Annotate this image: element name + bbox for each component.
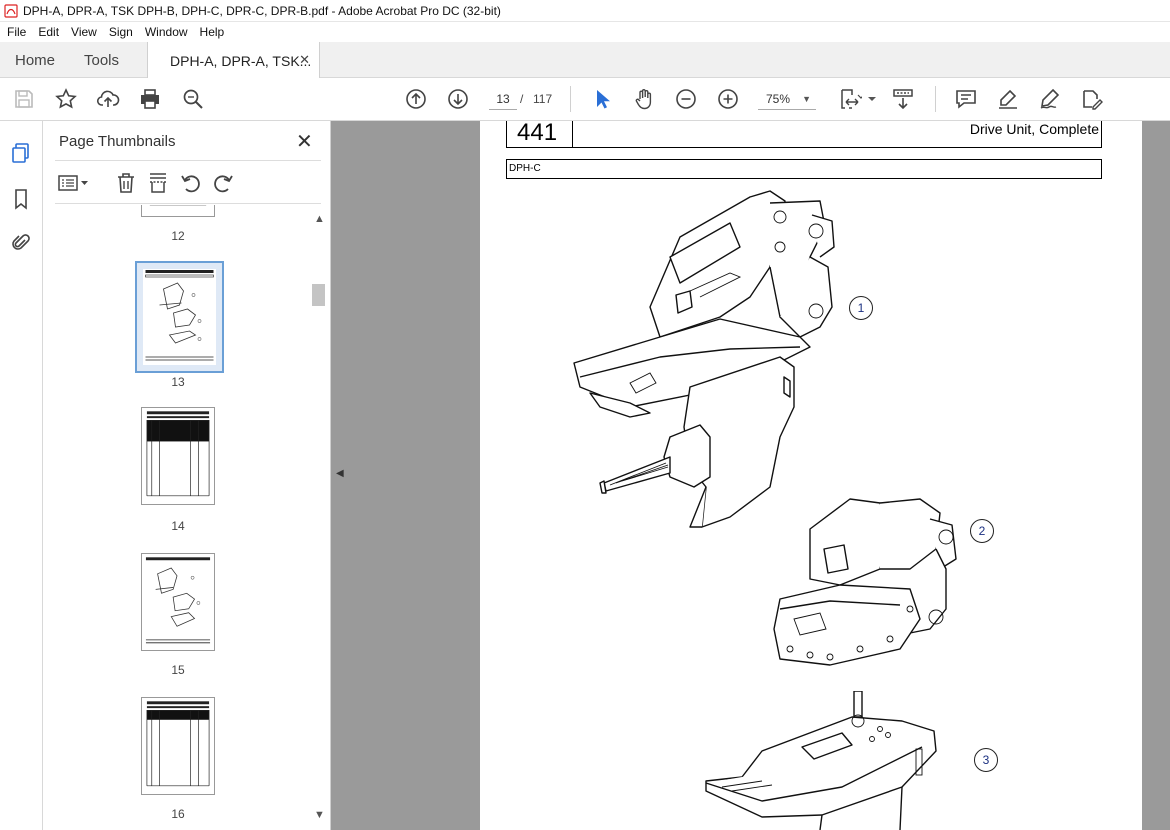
zoom-level-select[interactable]: 75% ▼: [758, 88, 816, 110]
toolbar-divider: [570, 86, 571, 112]
callout-3: 3: [974, 748, 998, 772]
drive-unit-drawing: [573, 190, 835, 528]
main-toolbar: 13 / 117 75% ▼: [0, 78, 1170, 121]
print-icon[interactable]: [138, 87, 162, 111]
callout-2: 2: [970, 519, 994, 543]
pdf-page: 441 Drive Unit, Complete DPH-C 1 2 3: [480, 121, 1142, 830]
toolbar-divider: [935, 86, 936, 112]
tab-home[interactable]: Home: [15, 42, 55, 78]
comment-icon[interactable]: [954, 87, 978, 111]
divider: [55, 203, 321, 204]
menu-sign[interactable]: Sign: [103, 25, 139, 39]
close-tab-icon[interactable]: ✕: [299, 52, 310, 68]
scroll-mode-icon[interactable]: [891, 87, 915, 111]
page-thumbnails-icon[interactable]: [10, 142, 32, 164]
menu-edit[interactable]: Edit: [32, 25, 65, 39]
thumbnail-page-12[interactable]: [141, 205, 215, 217]
attachment-icon[interactable]: [10, 232, 32, 254]
menu-file[interactable]: File: [0, 25, 32, 39]
thumbnail-options-icon[interactable]: [57, 171, 91, 195]
select-arrow-icon[interactable]: [590, 87, 614, 111]
tab-tools[interactable]: Tools: [84, 42, 119, 78]
thumbnail-page-13[interactable]: [135, 261, 224, 373]
upper-gear-housing-drawing: [773, 498, 957, 666]
scrollbar-thumb[interactable]: [312, 284, 325, 306]
callout-1: 1: [849, 296, 873, 320]
acrobat-app-icon: [4, 3, 18, 18]
thumbnail-list: 12 13 14 15 16: [43, 205, 313, 830]
upload-icon[interactable]: [96, 87, 120, 111]
more-tools-icon[interactable]: [1080, 87, 1104, 111]
save-icon[interactable]: [12, 87, 36, 111]
page-thumbnails-panel: Page Thumbnails ✕ 12 13 14 15 16 ▲ ▼: [43, 121, 331, 830]
menu-view[interactable]: View: [65, 25, 103, 39]
close-panel-icon[interactable]: ✕: [296, 129, 313, 154]
lower-gear-housing-drawing: [705, 691, 937, 830]
hand-icon[interactable]: [632, 87, 656, 111]
extract-pages-icon[interactable]: [146, 171, 170, 195]
page-header: 441 Drive Unit, Complete: [506, 121, 1102, 148]
left-navigation-rail: [0, 121, 43, 830]
star-icon[interactable]: [54, 87, 78, 111]
fit-page-dropdown-icon[interactable]: [860, 87, 876, 111]
bookmark-icon[interactable]: [10, 188, 32, 210]
zoom-out-icon[interactable]: [674, 87, 698, 111]
thumbnail-label: 16: [171, 807, 185, 821]
section-number: 441: [507, 121, 573, 147]
thumbnail-preview: [144, 205, 212, 214]
sign-icon[interactable]: [1038, 87, 1062, 111]
menu-help[interactable]: Help: [194, 25, 231, 39]
thumbnail-label: 14: [171, 519, 185, 533]
scroll-down-icon[interactable]: ▼: [314, 809, 325, 821]
scroll-up-icon[interactable]: ▲: [314, 213, 325, 225]
rotate-counterclockwise-icon[interactable]: [179, 171, 203, 195]
thumbnail-preview: [143, 269, 216, 365]
fit-page-icon[interactable]: [838, 87, 865, 111]
thumbnail-page-15[interactable]: [141, 553, 215, 651]
thumbnail-preview: [144, 700, 212, 792]
delete-page-icon[interactable]: [114, 171, 138, 195]
rotate-clockwise-icon[interactable]: [211, 171, 235, 195]
divider: [55, 160, 321, 161]
section-heading: Drive Unit, Complete: [969, 121, 1099, 137]
thumbnail-toolbar: [55, 165, 321, 201]
thumbnail-preview: [144, 556, 212, 648]
total-pages: 117: [533, 92, 553, 106]
page-down-icon[interactable]: [446, 87, 470, 111]
page-up-icon[interactable]: [404, 87, 428, 111]
window-title: DPH-A, DPR-A, TSK DPH-B, DPH-C, DPR-C, D…: [23, 3, 501, 18]
thumbnail-page-16[interactable]: [141, 697, 215, 795]
tab-document[interactable]: DPH-A, DPR-A, TSK... ✕: [147, 42, 320, 79]
page-separator: /: [520, 92, 524, 106]
highlight-icon[interactable]: [996, 87, 1020, 111]
search-icon[interactable]: [181, 87, 205, 111]
menu-window[interactable]: Window: [139, 25, 194, 39]
menu-bar: File Edit View Sign Window Help: [0, 22, 1170, 42]
collapse-panel-icon[interactable]: ◀: [336, 468, 344, 479]
variant-label: DPH-C: [506, 159, 1102, 179]
panel-title: Page Thumbnails: [59, 133, 176, 150]
thumbnail-label: 15: [171, 663, 185, 677]
tab-document-label: DPH-A, DPR-A, TSK...: [170, 52, 312, 69]
zoom-level-value: 75%: [766, 92, 791, 106]
thumbnail-label: 13: [171, 375, 185, 389]
tab-bar: Home Tools DPH-A, DPR-A, TSK... ✕: [0, 42, 1170, 79]
zoom-in-icon[interactable]: [716, 87, 740, 111]
page-number-input[interactable]: 13: [489, 88, 517, 110]
chevron-down-icon: ▼: [802, 94, 811, 104]
thumbnail-label: 12: [171, 229, 185, 243]
thumbnail-preview: [144, 410, 212, 502]
thumbnail-page-14[interactable]: [141, 407, 215, 505]
title-bar: DPH-A, DPR-A, TSK DPH-B, DPH-C, DPR-C, D…: [0, 0, 1170, 22]
